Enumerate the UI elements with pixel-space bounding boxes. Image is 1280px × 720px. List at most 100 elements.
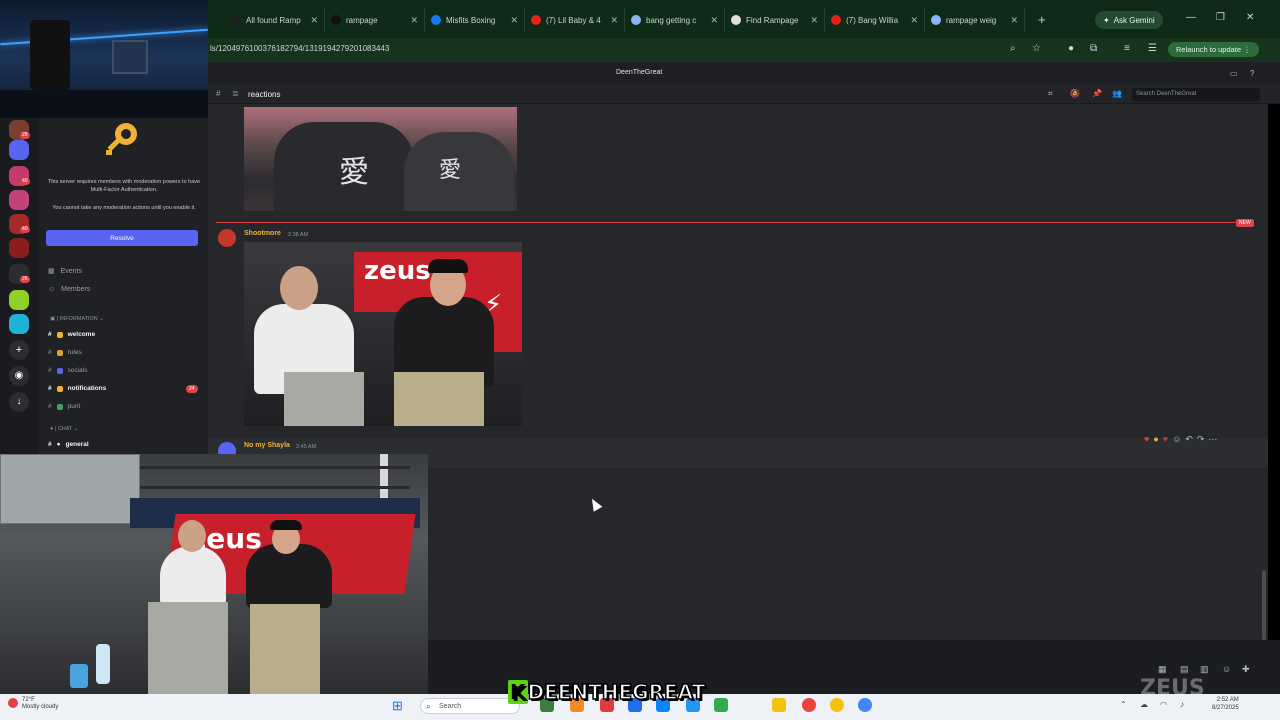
file-explorer-icon[interactable] xyxy=(772,698,786,712)
tab-close-icon[interactable]: ✕ xyxy=(610,15,618,26)
tray-icon[interactable]: ☁ xyxy=(1140,700,1148,709)
channel-punt[interactable]: # punt xyxy=(48,403,80,410)
tab-close-icon[interactable]: ✕ xyxy=(910,15,918,26)
webcam-room-view xyxy=(0,0,208,118)
message-actions: ♥ ● ♥ ☺ ↶ ↷ ⋯ xyxy=(1144,434,1217,445)
sticker-icon[interactable]: ▥ xyxy=(1200,664,1209,675)
message-image-1[interactable]: 愛 愛 xyxy=(244,107,517,211)
search-input[interactable]: Search DeenTheGreat xyxy=(1132,88,1260,101)
wifi-icon[interactable]: ◠ xyxy=(1160,700,1167,709)
chat-scrollbar[interactable] xyxy=(1262,570,1266,640)
tab-favicon-icon xyxy=(431,15,441,25)
smile-reaction-icon[interactable]: ● xyxy=(1153,434,1158,445)
clock-date: 8/27/2025 xyxy=(1212,705,1239,711)
server-icon[interactable] xyxy=(9,190,29,210)
restore-icon[interactable]: ❐ xyxy=(1216,12,1225,23)
weather-alert-icon[interactable] xyxy=(8,698,18,708)
person-white-shirt xyxy=(160,546,226,606)
message-author[interactable]: Shootmore xyxy=(244,230,281,237)
windows-start-icon[interactable]: ⊞ xyxy=(392,698,403,714)
tray-chevron-icon[interactable]: ⌃ xyxy=(1120,700,1127,709)
browser-tab[interactable]: rampage ✕ xyxy=(325,8,425,32)
apps-icon[interactable]: ✚ xyxy=(1242,664,1250,675)
taskbar-clock[interactable]: 2:52 AM 8/27/2025 xyxy=(1212,696,1239,712)
avatar[interactable] xyxy=(218,229,236,247)
sidebar-item-members[interactable]: ☺ Members xyxy=(48,286,90,293)
server-icon[interactable] xyxy=(9,290,29,310)
tab-close-icon[interactable]: ✕ xyxy=(810,15,818,26)
tab-close-icon[interactable]: ✕ xyxy=(510,15,518,26)
new-tab-button[interactable]: + xyxy=(1038,12,1046,27)
thread-icon[interactable]: ≣ xyxy=(232,89,239,98)
message-image-2[interactable]: zeus ⚡ xyxy=(244,242,522,426)
hash-icon: # xyxy=(48,331,52,338)
pin-icon[interactable]: 📌 xyxy=(1092,89,1102,98)
reply-icon[interactable]: ↶ xyxy=(1185,434,1193,445)
sidebar-item-events[interactable]: ▦ Events xyxy=(48,267,82,276)
download-icon[interactable]: ↓ xyxy=(9,392,29,412)
server-icon[interactable] xyxy=(9,238,29,258)
more-icon[interactable]: ⋯ xyxy=(1208,434,1217,445)
add-server-icon[interactable]: + xyxy=(9,340,29,360)
channel-notifications[interactable]: # notifications xyxy=(48,385,106,392)
threads-icon[interactable]: ⌗ xyxy=(1048,89,1053,99)
server-icon[interactable] xyxy=(9,140,29,160)
members-icon[interactable]: 👥 xyxy=(1112,89,1122,98)
chrome-icon[interactable] xyxy=(802,698,816,712)
sidebar-toggle-icon[interactable]: # xyxy=(216,89,220,98)
calendar-icon: ▦ xyxy=(48,268,55,275)
add-reaction-icon[interactable]: ☺ xyxy=(1172,434,1181,445)
heart-eyes-reaction-icon[interactable]: ♥ xyxy=(1163,434,1168,445)
search-page-icon[interactable]: ⌕ xyxy=(1010,43,1016,54)
browser-tab[interactable]: (7) Bang Willia ✕ xyxy=(825,8,925,32)
taskbar-search-label: Search xyxy=(439,702,462,710)
channel-socials[interactable]: # socials xyxy=(48,367,88,374)
channel-label: general xyxy=(65,441,89,448)
browser-tab[interactable]: Find Rampage ✕ xyxy=(725,8,825,32)
profile-icon[interactable]: ☰ xyxy=(1148,43,1157,54)
tab-close-icon[interactable]: ✕ xyxy=(310,15,318,26)
category-chat[interactable]: ● | CHAT ⌄ xyxy=(50,426,78,432)
category-information[interactable]: ▣ | INFORMATION ⌄ xyxy=(50,316,104,322)
arc-icon[interactable] xyxy=(858,698,872,712)
resolve-button[interactable]: Resolve xyxy=(46,230,198,246)
tab-close-icon[interactable]: ✕ xyxy=(410,15,418,26)
minimize-icon[interactable]: — xyxy=(1186,12,1196,23)
heart-reaction-icon[interactable]: ♥ xyxy=(1144,434,1149,445)
tab-close-icon[interactable]: ✕ xyxy=(1010,15,1018,26)
browser-tab[interactable]: bang getting c ✕ xyxy=(625,8,725,32)
channel-welcome[interactable]: # welcome xyxy=(48,331,95,338)
server-badge: 26 xyxy=(20,276,30,283)
browser-tab[interactable]: Misfits Boxing ✕ xyxy=(425,8,525,32)
media-icon[interactable]: ≡ xyxy=(1124,43,1130,54)
discord-title-bar xyxy=(208,62,1280,84)
tab-close-icon[interactable]: ✕ xyxy=(710,15,718,26)
mute-bell-icon[interactable]: 🔕 xyxy=(1070,89,1080,98)
close-window-icon[interactable]: ✕ xyxy=(1246,12,1254,23)
channel-general[interactable]: # ● general xyxy=(48,441,89,448)
gift-icon[interactable]: ▦ xyxy=(1158,664,1167,675)
bookmark-star-icon[interactable]: ☆ xyxy=(1032,43,1041,54)
browser-tab[interactable]: (7) Lil Baby & 4 ✕ xyxy=(525,8,625,32)
channel-rules[interactable]: # rules xyxy=(48,349,82,356)
discover-icon[interactable]: ◉ xyxy=(9,366,29,386)
browser-tab[interactable]: All found Ramp ✕ xyxy=(225,8,325,32)
taskbar-app-icon[interactable] xyxy=(714,698,728,712)
gif-icon[interactable]: ▤ xyxy=(1180,664,1189,675)
ask-gemini-button[interactable]: ✦ Ask Gemini xyxy=(1095,11,1163,29)
taskbar-search[interactable]: ⌕ Search xyxy=(420,698,520,714)
weather-widget[interactable]: 72°F Mostly cloudy xyxy=(22,697,58,711)
extension-icon[interactable]: ● xyxy=(1068,43,1074,54)
puzzle-icon[interactable]: ⧉ xyxy=(1090,43,1097,54)
volume-icon[interactable]: ♪ xyxy=(1180,700,1184,709)
help-icon[interactable]: ? xyxy=(1250,69,1254,78)
norton-icon[interactable] xyxy=(830,698,844,712)
emoji-icon[interactable]: ☺ xyxy=(1222,664,1231,674)
server-icon[interactable] xyxy=(9,314,29,334)
url-text[interactable]: ls/1204976100376182794/13191942792010834… xyxy=(210,44,389,53)
forward-icon[interactable]: ↷ xyxy=(1197,434,1205,445)
browser-tab[interactable]: rampage weig ✕ xyxy=(925,8,1025,32)
relaunch-button[interactable]: Relaunch to update ⋮ xyxy=(1168,42,1259,57)
inbox-icon[interactable]: ▭ xyxy=(1230,69,1238,78)
message-author[interactable]: No my Shayla xyxy=(244,442,290,449)
